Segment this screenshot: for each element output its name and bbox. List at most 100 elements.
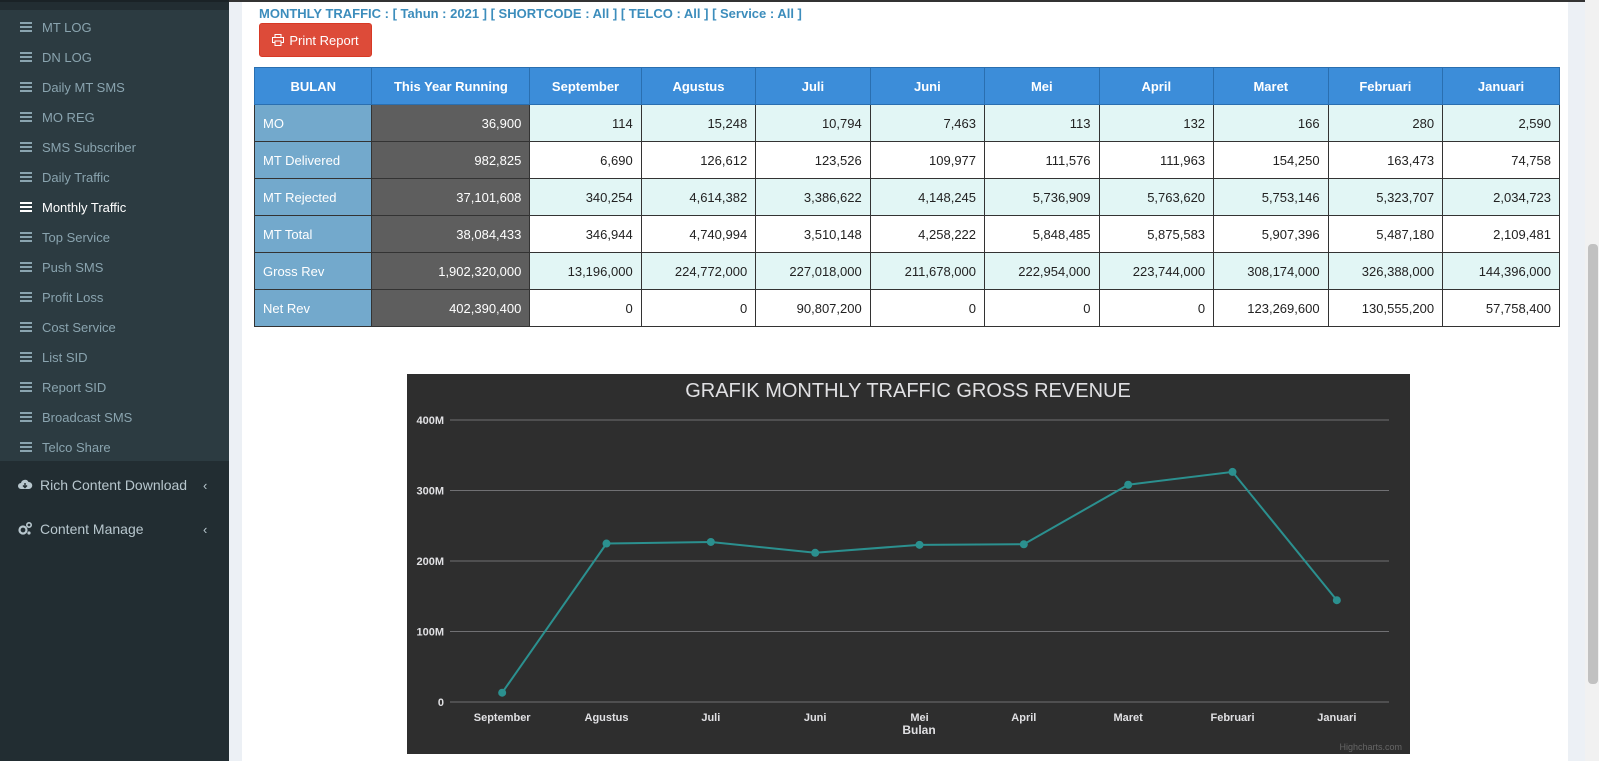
x-axis-title: Bulan [902, 723, 935, 737]
bars-icon [20, 322, 32, 332]
x-tick-label: Juni [804, 712, 827, 724]
table-cell: 5,848,485 [984, 215, 1100, 253]
sidebar-tree-label: Content Manage [40, 521, 144, 537]
table-cell: 0 [869, 289, 986, 327]
column-header[interactable]: Juli [755, 67, 871, 105]
chart-svg: GRAFIK MONTHLY TRAFFIC GROSS REVENUE 0 100… [416, 380, 1402, 752]
table-cell: 308,174,000 [1213, 252, 1329, 290]
column-header[interactable]: Mei [984, 67, 1100, 105]
sidebar-item-push-sms[interactable]: Push SMS [0, 252, 229, 282]
sidebar-item-monthly-traffic[interactable]: Monthly Traffic [0, 192, 229, 222]
sidebar-item-label: DN LOG [42, 49, 92, 65]
series-line [501, 470, 1338, 694]
table-cell: 114 [529, 104, 642, 142]
table-cell: 4,258,222 [869, 215, 986, 253]
sidebar-item-broadcast-sms[interactable]: Broadcast SMS [0, 402, 229, 432]
table-row: MT Rejected 37,101,608 340,254 4,614,382 3,3… [253, 178, 1560, 216]
table-header-row: BULAN This Year Running September Agustus Ju… [253, 67, 1560, 105]
column-header[interactable]: April [1098, 67, 1215, 105]
x-tick-label: Februari [1210, 712, 1254, 724]
sidebar-tree-content-manage[interactable]: Content Manage ‹ [0, 509, 229, 549]
table-cell: 123,526 [755, 141, 871, 179]
column-header[interactable]: Januari [1442, 67, 1560, 105]
scrollbar-thumb[interactable] [1588, 244, 1598, 684]
row-label: MO [253, 104, 373, 142]
bars-icon [20, 412, 32, 422]
sidebar-item-label: MO REG [42, 109, 95, 125]
sidebar-item-label: Daily Traffic [42, 169, 110, 185]
bars-icon [20, 262, 32, 272]
table-row: MT Delivered 982,825 6,690 126,612 123,526 10… [253, 141, 1560, 179]
ytd-cell: 38,084,433 [371, 215, 531, 253]
table-cell: 326,388,000 [1327, 252, 1444, 290]
table-cell: 0 [640, 289, 757, 327]
column-header[interactable]: BULAN [253, 67, 373, 105]
table-cell: 163,473 [1327, 141, 1444, 179]
chevron-left-icon: ‹ [203, 521, 208, 537]
column-header[interactable]: This Year Running [371, 67, 531, 105]
table-cell: 5,736,909 [984, 178, 1100, 216]
x-tick-label: Juli [701, 712, 720, 724]
table-cell: 5,487,180 [1327, 215, 1444, 253]
sidebar-item-list-sid[interactable]: List SID [0, 342, 229, 372]
column-header[interactable]: Maret [1213, 67, 1329, 105]
table-cell: 15,248 [640, 104, 757, 142]
sidebar-item-telco-share[interactable]: Telco Share [0, 432, 229, 462]
table-cell: 111,963 [1098, 141, 1215, 179]
data-point [498, 688, 507, 697]
column-header[interactable]: Agustus [640, 67, 757, 105]
bars-icon [20, 82, 32, 92]
table-row: Gross Rev 1,902,320,000 13,196,000 224,772,… [253, 252, 1560, 290]
column-header[interactable]: Februari [1327, 67, 1444, 105]
table-cell: 10,794 [755, 104, 871, 142]
column-header[interactable]: September [529, 67, 642, 105]
sidebar-tree-label: Rich Content Download [40, 477, 188, 493]
data-point [1332, 596, 1341, 605]
table-cell: 5,753,146 [1213, 178, 1329, 216]
table-cell: 113 [984, 104, 1100, 142]
sidebar-item-mt-log[interactable]: MT LOG [0, 12, 229, 42]
data-point [811, 548, 820, 557]
table-cell: 5,907,396 [1213, 215, 1329, 253]
table-cell: 5,875,583 [1098, 215, 1215, 253]
sidebar: Rich Content Download ‹ Content Manage ‹ MT… [0, 0, 229, 761]
sidebar-item-label: Daily MT SMS [42, 79, 125, 95]
print-report-button[interactable]: Print Report [259, 23, 372, 57]
sidebar-item-daily-traffic[interactable]: Daily Traffic [0, 162, 229, 192]
sidebar-item-report-sid[interactable]: Report SID [0, 372, 229, 402]
table-cell: 109,977 [869, 141, 986, 179]
sidebar-item-label: Monthly Traffic [42, 199, 127, 215]
sidebar-item-label: MT LOG [42, 19, 92, 35]
table-cell: 13,196,000 [529, 252, 642, 290]
table-cell: 346,944 [529, 215, 642, 253]
sidebar-item-label: List SID [42, 349, 88, 365]
chart-credits: Highcharts.com [1339, 742, 1402, 752]
table-cell: 224,772,000 [640, 252, 757, 290]
bars-icon [20, 202, 32, 212]
bars-icon [20, 382, 32, 392]
sidebar-tree-rich-content-download[interactable]: Rich Content Download ‹ [0, 465, 229, 505]
sidebar-item-cost-service[interactable]: Cost Service [0, 312, 229, 342]
sidebar-item-mo-reg[interactable]: MO REG [0, 102, 229, 132]
column-header[interactable]: Juni [869, 67, 986, 105]
sidebar-item-dn-log[interactable]: DN LOG [0, 42, 229, 72]
table-cell: 7,463 [869, 104, 986, 142]
x-tick-label: September [474, 712, 532, 724]
table-cell: 223,744,000 [1098, 252, 1215, 290]
sidebar-item-sms-subscriber[interactable]: SMS Subscriber [0, 132, 229, 162]
ytd-cell: 402,390,400 [371, 289, 531, 327]
bars-icon [20, 22, 32, 32]
table-cell: 4,740,994 [640, 215, 757, 253]
sidebar-item-daily-mt-sms[interactable]: Daily MT SMS [0, 72, 229, 102]
print-report-label: Print Report [289, 32, 359, 48]
table-row: Net Rev 402,390,400 0 0 90,807,200 0 0 0 123,269… [253, 289, 1560, 327]
cloud-download-icon [18, 479, 33, 489]
sidebar-item-top-service[interactable]: Top Service [0, 222, 229, 252]
sidebar-item-profit-loss[interactable]: Profit Loss [0, 282, 229, 312]
table-cell: 74,758 [1442, 141, 1560, 179]
table-cell: 144,396,000 [1442, 252, 1560, 290]
table-cell: 90,807,200 [755, 289, 871, 327]
table-cell: 2,109,481 [1442, 215, 1560, 253]
table-cell: 126,612 [640, 141, 757, 179]
table-cell: 123,269,600 [1213, 289, 1329, 327]
